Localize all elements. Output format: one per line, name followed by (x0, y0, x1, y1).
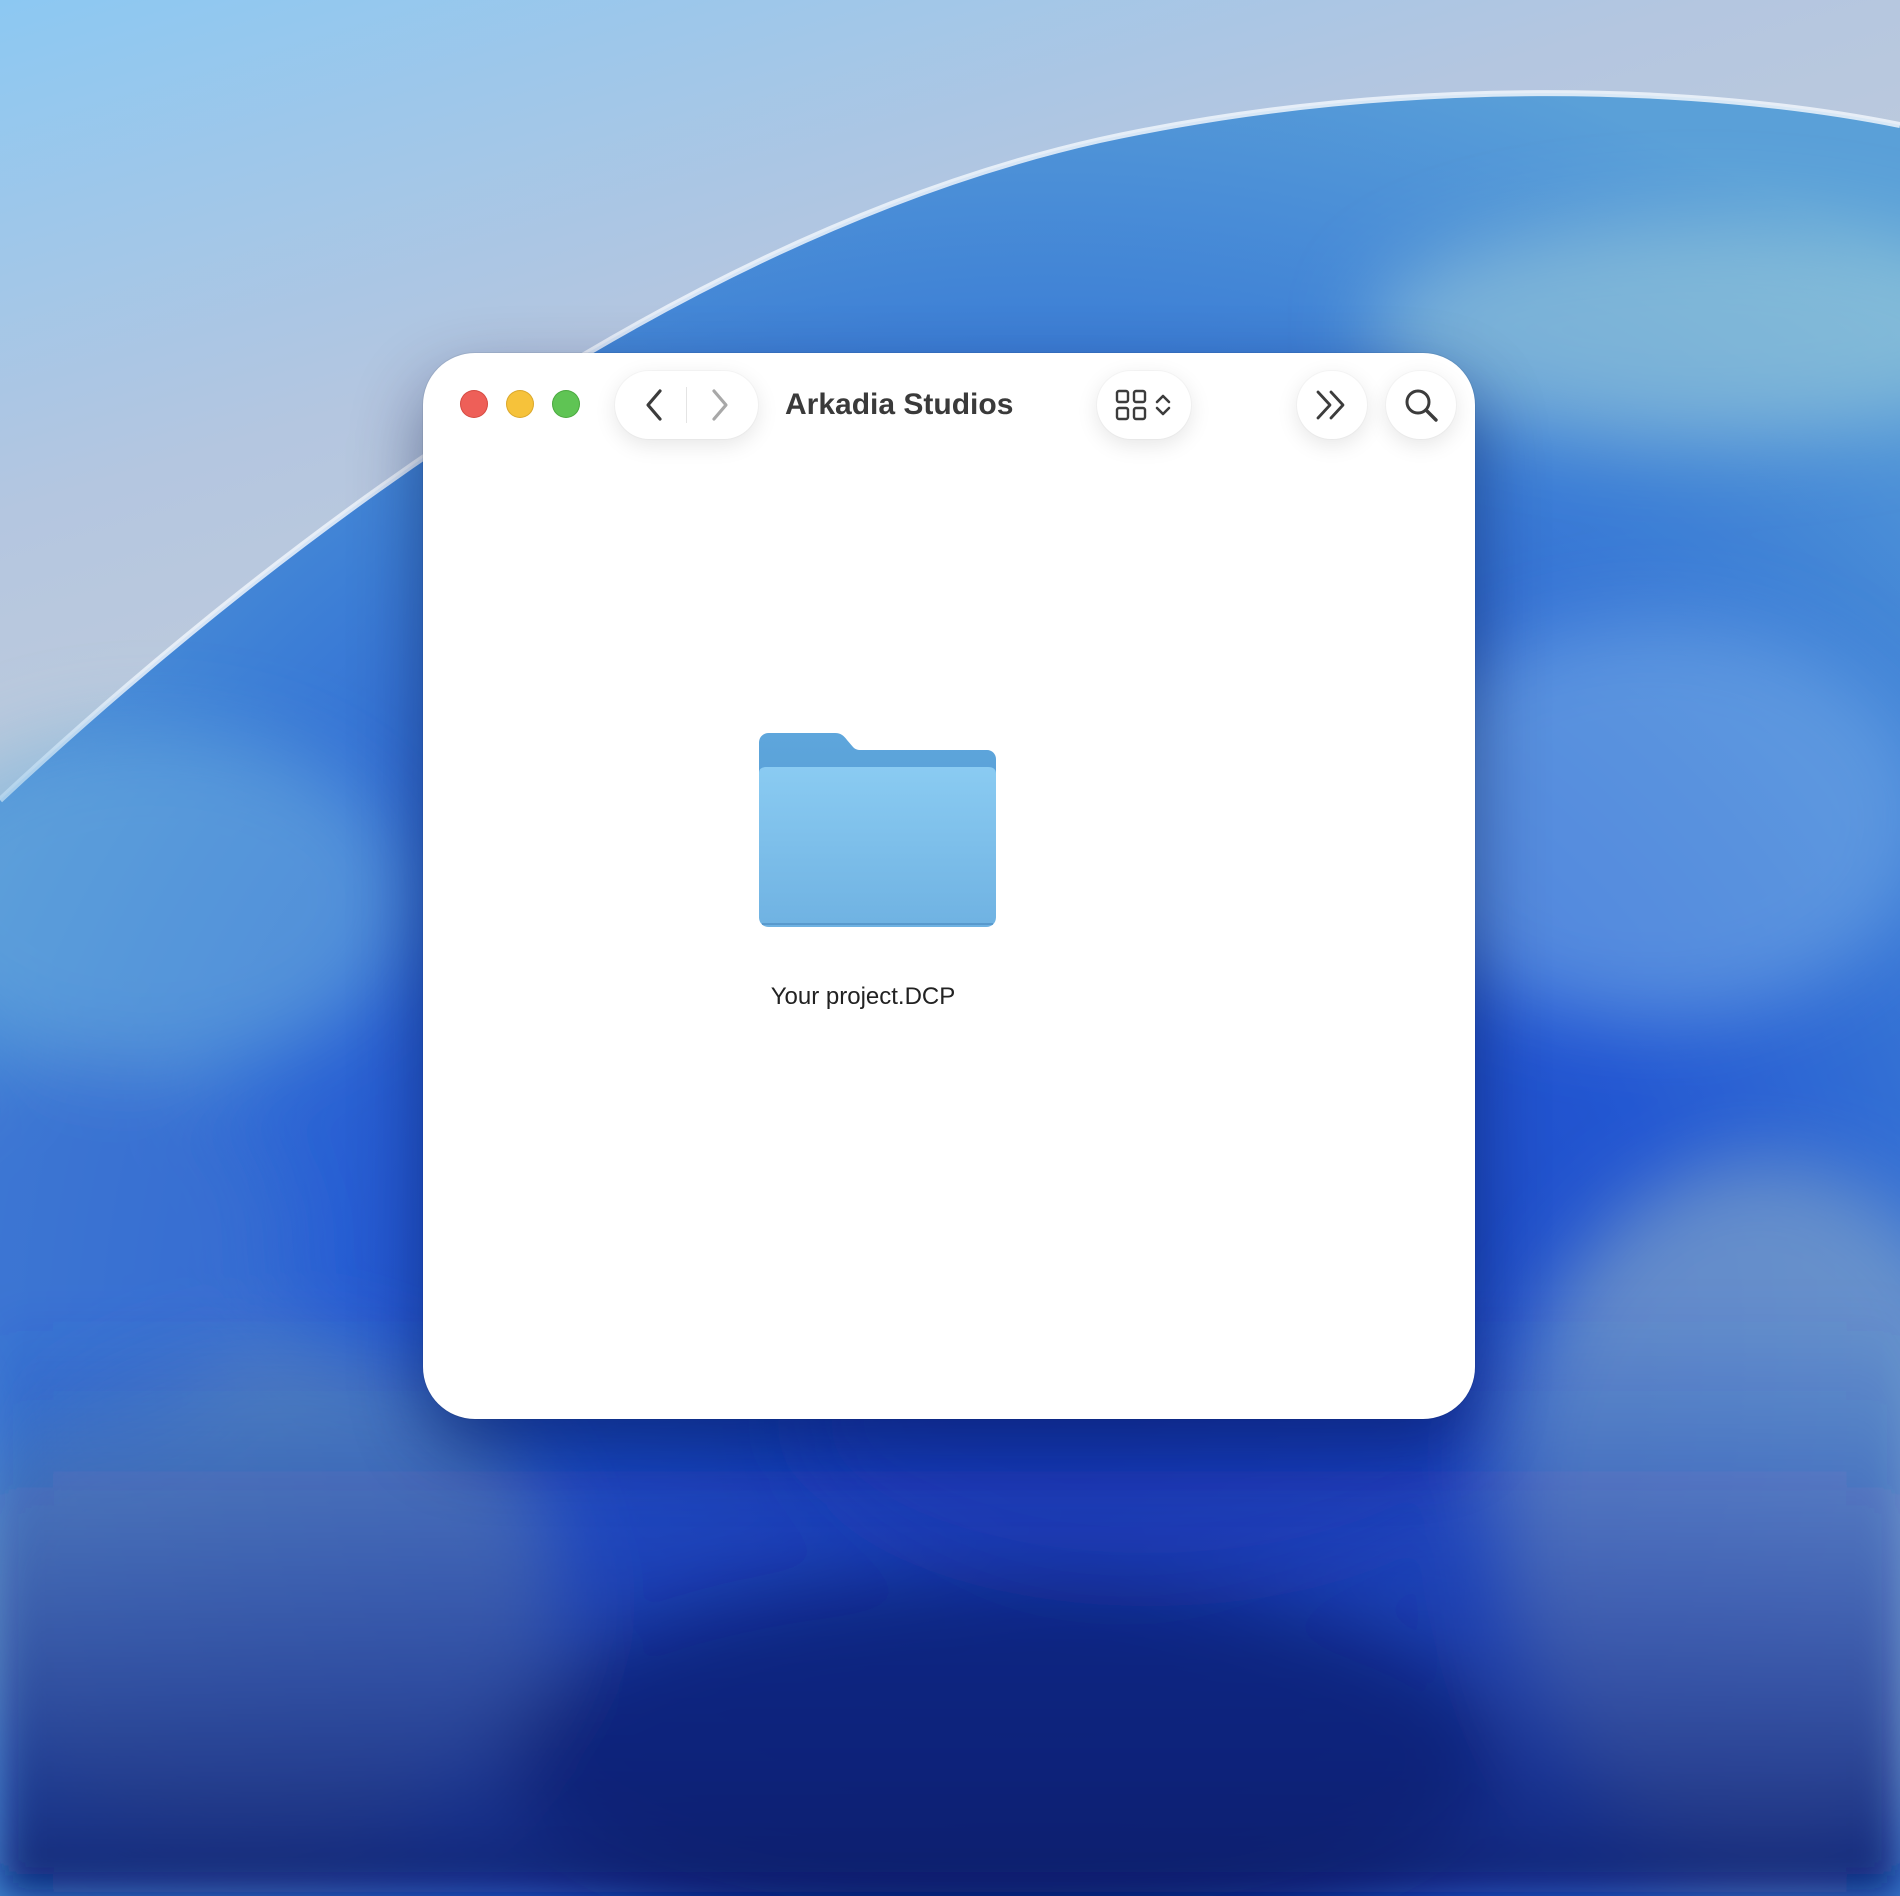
window-title: Arkadia Studios (785, 388, 1014, 421)
back-button[interactable] (635, 385, 675, 425)
search-button[interactable] (1386, 371, 1456, 439)
chevron-left-icon (646, 389, 662, 421)
file-name-label: Your project.DCP (770, 983, 956, 1010)
toolbar-overflow-button[interactable] (1297, 371, 1367, 439)
zoom-button[interactable] (552, 390, 580, 418)
folder-item[interactable]: Your project.DCP (693, 733, 1033, 1010)
forward-button[interactable] (699, 385, 739, 425)
minimize-button[interactable] (506, 390, 534, 418)
up-down-chevron-icon (1155, 394, 1171, 416)
navigation-controls (615, 371, 758, 439)
chevron-right-icon (712, 389, 728, 421)
view-options-button[interactable] (1097, 371, 1191, 439)
grid-view-icon (1115, 389, 1147, 421)
finder-window: Arkadia Studios Your project.DCP (423, 353, 1475, 1419)
nav-divider (686, 387, 687, 423)
close-button[interactable] (460, 390, 488, 418)
magnifying-glass-icon (1405, 389, 1438, 422)
folder-icon (759, 733, 996, 927)
desktop: Arkadia Studios Your project.DCP (0, 0, 1900, 1896)
double-chevron-right-icon (1316, 390, 1345, 420)
